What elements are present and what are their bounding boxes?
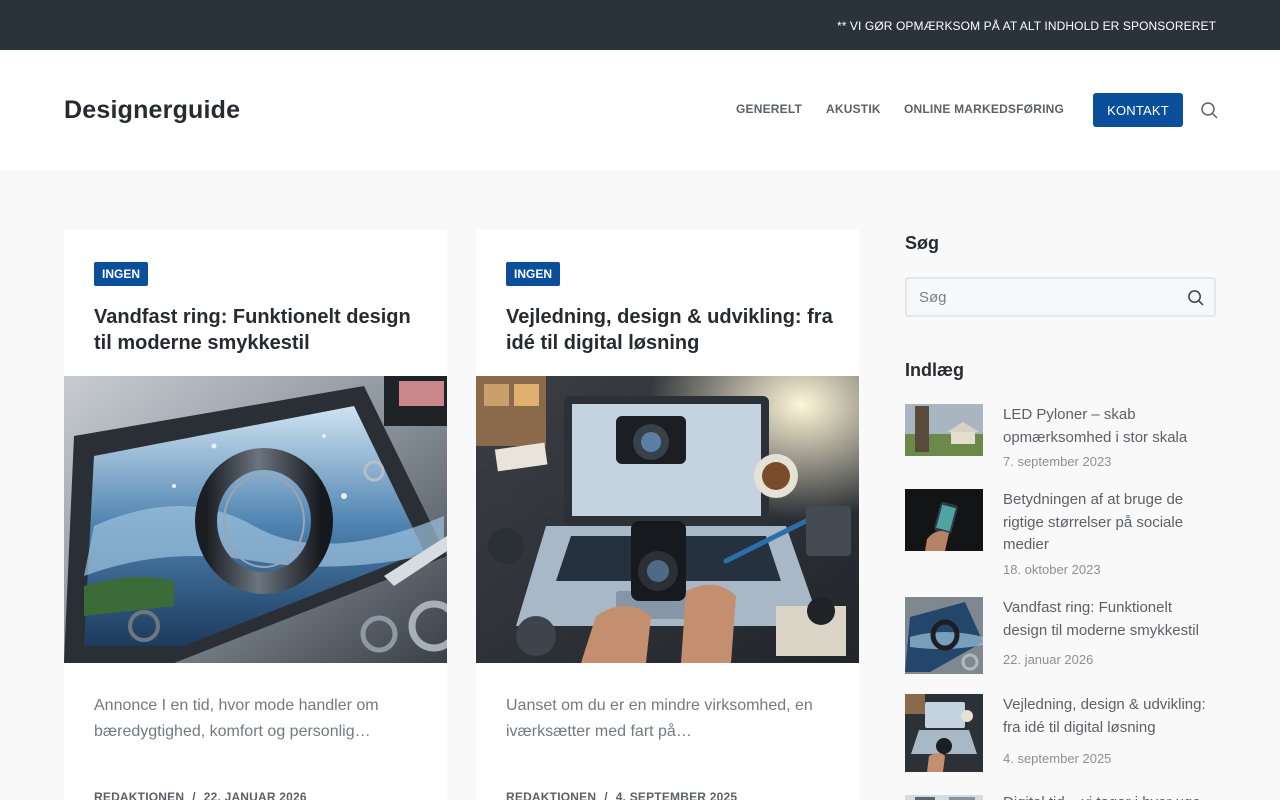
post-thumbnail[interactable] [905,489,983,551]
post-thumbnail[interactable] [905,597,983,674]
site-header: Designerguide GENERELT AKUSTIK ONLINE MA… [0,50,1280,170]
sidebar-post-title[interactable]: Digital tid – vi tager i hver uge [1003,792,1216,800]
category-badge[interactable]: INGEN [94,262,149,286]
sponsored-notice: ** VI GØR OPMÆRKSOM PÅ AT ALT INDHOLD ER… [836,19,1216,33]
meta-separator: / [192,790,196,800]
sidebar-post-date: 22. januar 2026 [1003,652,1094,667]
posts-widget-heading: Indlæg [905,360,964,380]
post-excerpt: Annonce I en tid, hvor mode handler om b… [94,697,379,740]
sidebar-post-item[interactable]: Digital tid – vi tager i hver uge [905,791,1216,800]
sidebar-post-item[interactable]: Vandfast ring: Funktionelt design til mo… [905,597,1216,675]
nav-item-akustik[interactable]: AKUSTIK [826,102,881,116]
search-icon[interactable] [1200,101,1218,119]
post-thumbnail[interactable] [905,694,983,772]
post-thumbnail[interactable] [905,404,983,456]
post-meta: REDAKTIONEN / 4. SEPTEMBER 2025 [506,790,737,800]
top-notice-bar: ** VI GØR OPMÆRKSOM PÅ AT ALT INDHOLD ER… [0,0,1280,50]
sidebar-post-title[interactable]: LED Pyloner – skab opmærksomhed i stor s… [1003,404,1216,449]
sidebar-search-box [905,277,1216,317]
sidebar-post-title[interactable]: Vejledning, design & udvikling: fra idé … [1003,694,1216,739]
sidebar-post-item[interactable]: Betydningen af at bruge de rigtige størr… [905,489,1216,581]
site-logo[interactable]: Designerguide [64,96,240,125]
post-image-ring[interactable] [64,376,447,663]
post-author[interactable]: REDAKTIONEN [506,790,596,800]
post-date: 4. SEPTEMBER 2025 [615,790,738,800]
post-date: 22. JANUAR 2026 [203,790,307,800]
search-icon[interactable] [1187,289,1204,306]
nav-item-online-markedsforing[interactable]: ONLINE MARKEDSFØRING [904,102,1064,116]
nav-item-generelt[interactable]: GENERELT [736,102,802,116]
post-meta: REDAKTIONEN / 22. JANUAR 2026 [94,790,307,800]
sidebar-post-title[interactable]: Betydningen af at bruge de rigtige størr… [1003,489,1216,557]
search-widget-heading: Søg [905,233,939,253]
post-thumbnail[interactable] [905,791,983,800]
category-badge[interactable]: INGEN [506,262,561,286]
sidebar-post-date: 7. september 2023 [1003,454,1112,469]
search-input[interactable] [919,279,1179,315]
post-image-laptop[interactable] [476,376,859,663]
sidebar-post-date: 4. september 2025 [1003,751,1112,766]
sidebar-post-date: 18. oktober 2023 [1003,562,1101,577]
sidebar-post-title[interactable]: Vandfast ring: Funktionelt design til mo… [1003,597,1216,642]
post-author[interactable]: REDAKTIONEN [94,790,184,800]
post-card: INGEN Vejledning, design & udvikling: fr… [476,230,859,800]
contact-button[interactable]: KONTAKT [1093,93,1183,127]
post-excerpt: Uanset om du er en mindre virksomhed, en… [506,697,813,740]
meta-separator: / [604,790,608,800]
post-title[interactable]: Vandfast ring: Funktionelt design til mo… [94,304,424,356]
sidebar-post-item[interactable]: Vejledning, design & udvikling: fra idé … [905,694,1216,774]
sidebar-post-item[interactable]: LED Pyloner – skab opmærksomhed i stor s… [905,404,1216,474]
post-card: INGEN Vandfast ring: Funktionelt design … [64,230,447,800]
post-title[interactable]: Vejledning, design & udvikling: fra idé … [506,304,836,356]
